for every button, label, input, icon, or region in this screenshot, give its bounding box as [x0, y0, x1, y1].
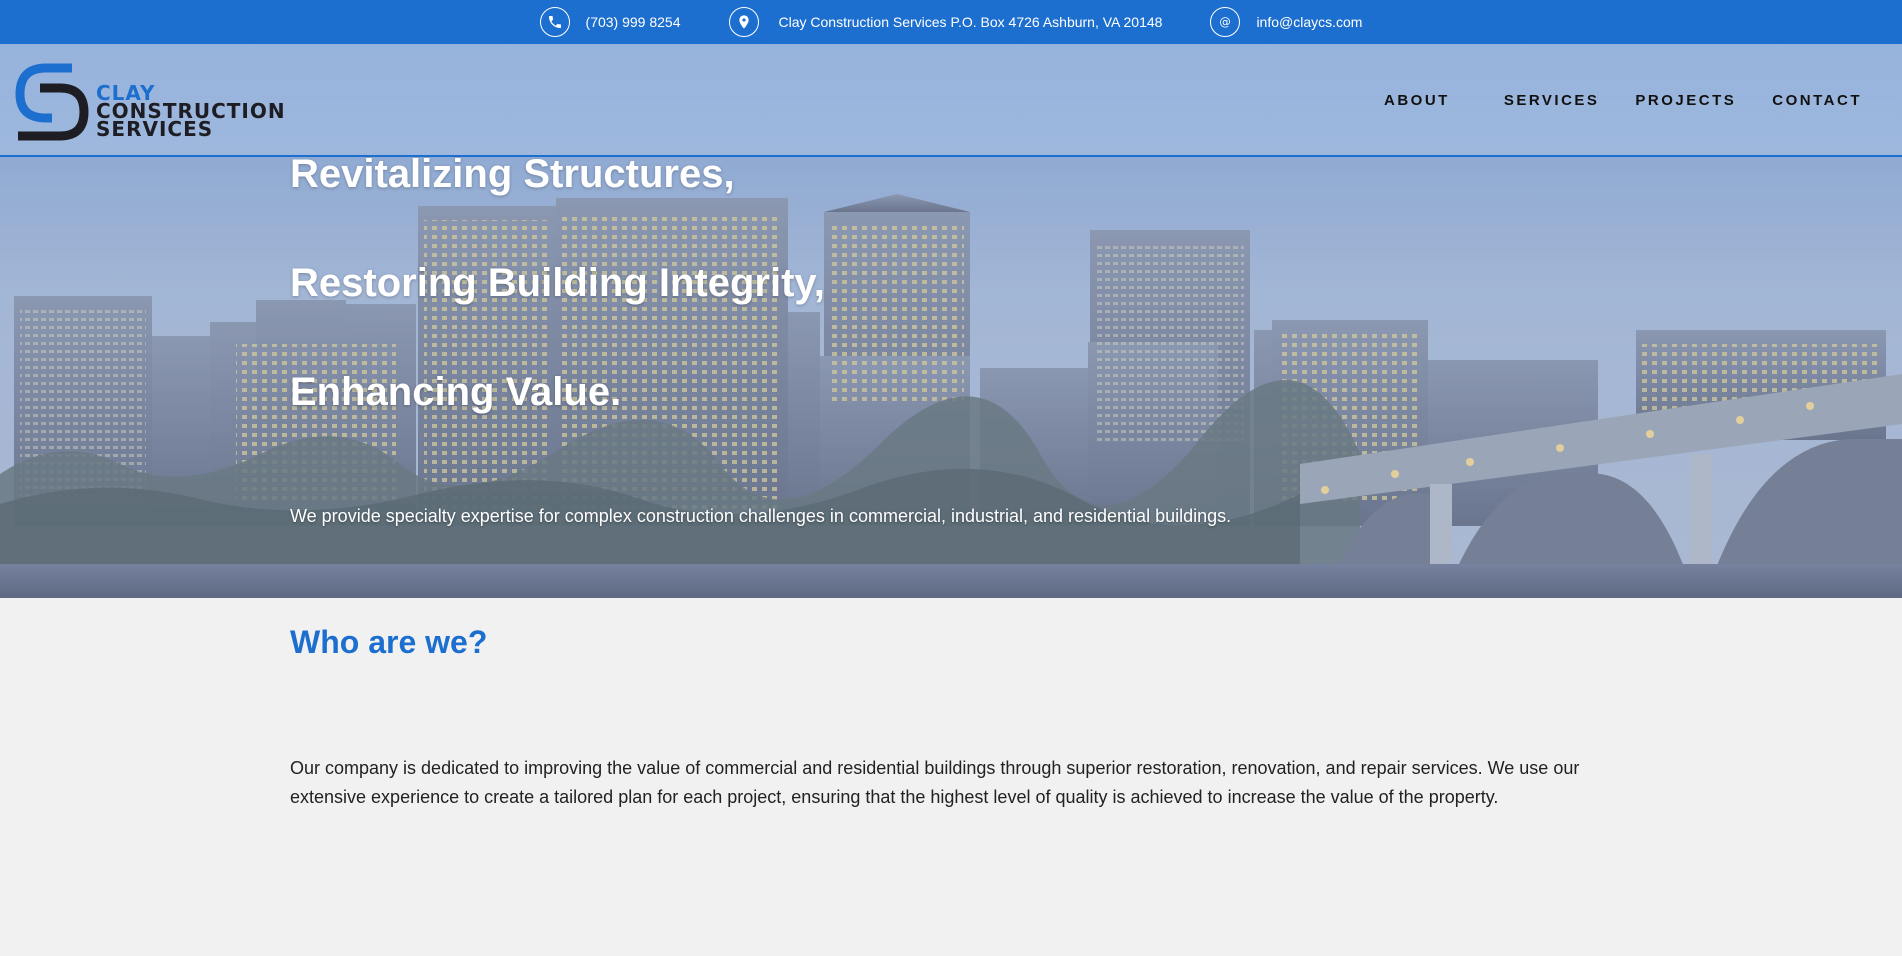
hero-line-1: Revitalizing Structures, — [290, 152, 735, 196]
hero-line-2: Restoring Building Integrity, — [290, 261, 825, 305]
location-pin-icon — [728, 7, 759, 37]
phone-number[interactable]: (703) 999 8254 — [586, 14, 681, 30]
cs-monogram-icon — [15, 63, 89, 141]
site-header: CLAY CONSTRUCTION SERVICES ABOUT SERVICE… — [0, 44, 1902, 157]
svg-text:@: @ — [1220, 14, 1231, 28]
contact-address: Clay Construction Services P.O. Box 4726… — [728, 0, 1163, 44]
main-nav: ABOUT SERVICES PROJECTS CONTACT — [1348, 92, 1862, 109]
section-title-who-are-we: Who are we? — [290, 624, 488, 660]
hero-headline: Revitalizing Structures, Restoring Build… — [290, 150, 825, 477]
top-contact-bar: (703) 999 8254 Clay Construction Service… — [0, 0, 1902, 44]
about-paragraph: Our company is dedicated to improving th… — [290, 758, 1580, 807]
logo-wordmark: CLAY CONSTRUCTION SERVICES — [96, 83, 286, 139]
company-logo[interactable]: CLAY CONSTRUCTION SERVICES — [12, 58, 342, 144]
address-text: Clay Construction Services P.O. Box 4726… — [778, 14, 1163, 30]
hero-line-3: Enhancing Value. — [290, 370, 622, 414]
hero-subtitle: We provide specialty expertise for compl… — [290, 506, 1232, 526]
nav-services[interactable]: SERVICES — [1504, 92, 1600, 109]
nav-contact[interactable]: CONTACT — [1772, 92, 1862, 109]
email-link[interactable]: info@claycs.com — [1256, 14, 1362, 30]
nav-projects[interactable]: PROJECTS — [1635, 92, 1736, 109]
contact-email[interactable]: @ info@claycs.com — [1210, 0, 1362, 44]
phone-icon — [539, 7, 570, 37]
nav-about[interactable]: ABOUT — [1384, 92, 1450, 109]
at-sign-icon: @ — [1210, 7, 1241, 37]
contact-phone[interactable]: (703) 999 8254 — [539, 0, 681, 44]
